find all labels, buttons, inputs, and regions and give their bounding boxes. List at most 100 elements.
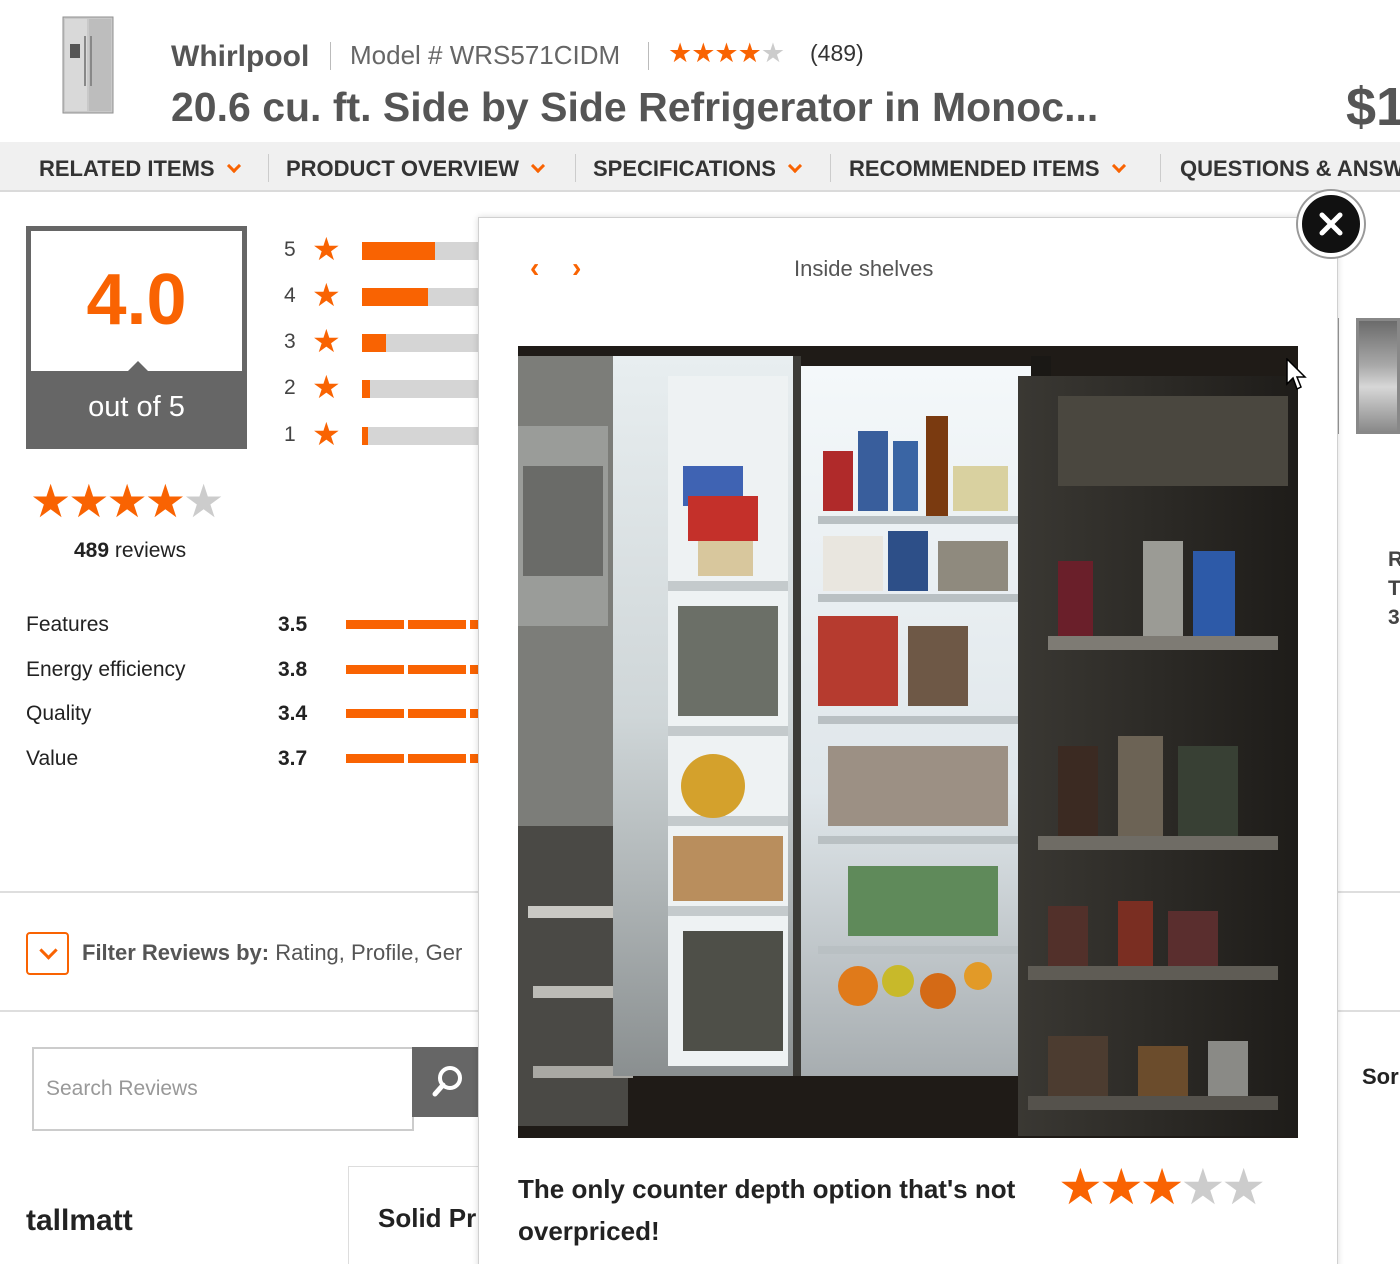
average-rating-value: 4.0	[86, 260, 187, 340]
tab-product-overview[interactable]: PRODUCT OVERVIEW	[286, 142, 546, 192]
divider	[648, 42, 649, 70]
partial-letter: 3	[1388, 606, 1400, 629]
attribute-label-energy-efficiency: Energy efficiency	[26, 658, 186, 681]
tab-label: QUESTIONS & ANSW	[1180, 156, 1400, 181]
star-icon: ★	[312, 231, 341, 267]
reviews-count: 489 reviews	[74, 539, 186, 563]
partial-letter: R	[1388, 548, 1400, 571]
attribute-value-energy-efficiency: 3.8	[278, 658, 308, 681]
distribution-bar	[362, 427, 482, 445]
attribute-label-quality: Quality	[26, 702, 92, 725]
rating-scale-label: out of 5	[88, 391, 185, 423]
modal-review-stars: ★★★★★	[1058, 1159, 1266, 1215]
modal-review-title: The only counter depth option that's not…	[518, 1174, 1016, 1246]
star-icon: ★	[312, 416, 341, 452]
attribute-bar-segment	[408, 665, 466, 674]
attribute-bar-segment	[408, 709, 466, 718]
divider	[575, 154, 576, 182]
distribution-bar	[362, 242, 482, 260]
filter-reviews[interactable]: Filter Reviews by: Rating, Profile, Ger	[82, 940, 462, 966]
average-star-rating: ★★★★★	[30, 475, 224, 527]
star-icon: ★	[312, 369, 341, 405]
star-icon: ★	[312, 323, 341, 359]
attribute-value-quality: 3.4	[278, 702, 308, 725]
search-icon	[432, 1066, 462, 1097]
mouse-cursor-icon	[1286, 357, 1308, 397]
filter-label: Filter Reviews by:	[82, 940, 270, 965]
star-icon: ★	[312, 277, 341, 313]
rating-notch	[126, 361, 150, 373]
header-star-rating[interactable]: ★★★★★	[668, 38, 785, 69]
attribute-value-value: 3.7	[278, 747, 308, 770]
divider	[830, 154, 831, 182]
model-number: Model # WRS571CIDM	[350, 40, 621, 70]
tab-label: RELATED ITEMS	[39, 156, 215, 181]
partial-text: R T 3	[1388, 545, 1400, 632]
filter-toggle-icon[interactable]	[26, 932, 69, 975]
brand-name[interactable]: Whirlpool	[171, 40, 309, 74]
distribution-bar-fill	[362, 427, 368, 445]
tab-specifications[interactable]: SPECIFICATIONS	[593, 142, 803, 192]
product-thumbnail[interactable]	[62, 16, 114, 114]
filter-options: Rating, Profile, Ger	[275, 940, 463, 965]
average-rating-box: 4.0 out of 5	[26, 226, 247, 449]
tab-label: SPECIFICATIONS	[593, 156, 776, 181]
review-title: Solid Pr	[378, 1203, 477, 1233]
tab-label: RECOMMENDED ITEMS	[849, 156, 1100, 181]
chevron-down-icon	[787, 158, 803, 174]
chevron-down-icon	[1111, 158, 1126, 174]
partial-letter: T	[1388, 577, 1400, 600]
distribution-bar-fill	[362, 334, 386, 352]
distribution-bar	[362, 334, 482, 352]
chevron-left-icon[interactable]: ‹	[530, 252, 539, 284]
reviews-count-number: 489	[74, 539, 110, 562]
distribution-bar	[362, 380, 482, 398]
reviewer-name[interactable]: tallmatt	[26, 1204, 133, 1238]
distribution-bar-fill	[362, 288, 428, 306]
attribute-bar-segment	[346, 709, 404, 718]
star-level: 2	[284, 376, 296, 399]
search-reviews-input[interactable]	[32, 1047, 414, 1131]
tab-recommended-items[interactable]: RECOMMENDED ITEMS	[849, 142, 1126, 192]
distribution-bar-fill	[362, 242, 436, 260]
star-level: 5	[284, 238, 296, 261]
divider	[330, 42, 331, 70]
tab-related-items[interactable]: RELATED ITEMS	[39, 142, 241, 192]
distribution-bar	[362, 288, 482, 306]
attribute-bar	[346, 754, 480, 763]
star-level: 3	[284, 330, 296, 353]
attribute-label-value: Value	[26, 747, 79, 770]
search-button[interactable]	[412, 1047, 482, 1117]
close-button[interactable]	[1298, 191, 1364, 257]
attribute-bar-segment	[346, 665, 404, 674]
tab-label: PRODUCT OVERVIEW	[286, 156, 520, 181]
section-divider	[0, 1010, 480, 1012]
close-icon	[1319, 212, 1343, 236]
product-title: 20.6 cu. ft. Side by Side Refrigerator i…	[171, 84, 1099, 130]
review-photo	[518, 346, 1298, 1138]
star-level: 1	[284, 423, 296, 446]
attribute-bar-segment	[408, 620, 466, 629]
header-rating-count[interactable]: (489)	[810, 40, 864, 67]
section-divider	[1338, 1010, 1400, 1012]
attribute-bar-segment	[408, 754, 466, 763]
attribute-bar	[346, 709, 480, 718]
review-photo-thumbnail[interactable]	[1356, 318, 1400, 434]
attribute-bar-segment	[346, 620, 404, 629]
section-divider	[1338, 891, 1400, 893]
tab-questions-answers[interactable]: QUESTIONS & ANSW	[1180, 142, 1400, 192]
sort-label[interactable]: Sor	[1362, 1064, 1399, 1090]
price: $1	[1346, 77, 1400, 137]
attribute-label-features: Features	[26, 613, 109, 636]
product-section-nav: RELATED ITEMS PRODUCT OVERVIEW SPECIFICA…	[0, 142, 1400, 192]
divider	[268, 154, 269, 182]
chevron-right-icon[interactable]: ›	[572, 252, 581, 284]
section-divider	[0, 891, 480, 893]
distribution-bar-fill	[362, 380, 371, 398]
photo-caption: Inside shelves	[794, 256, 934, 281]
attribute-bar	[346, 665, 480, 674]
star-level: 4	[284, 284, 296, 307]
chevron-down-icon	[530, 158, 546, 174]
divider	[1160, 154, 1161, 182]
attribute-bar	[346, 620, 480, 629]
